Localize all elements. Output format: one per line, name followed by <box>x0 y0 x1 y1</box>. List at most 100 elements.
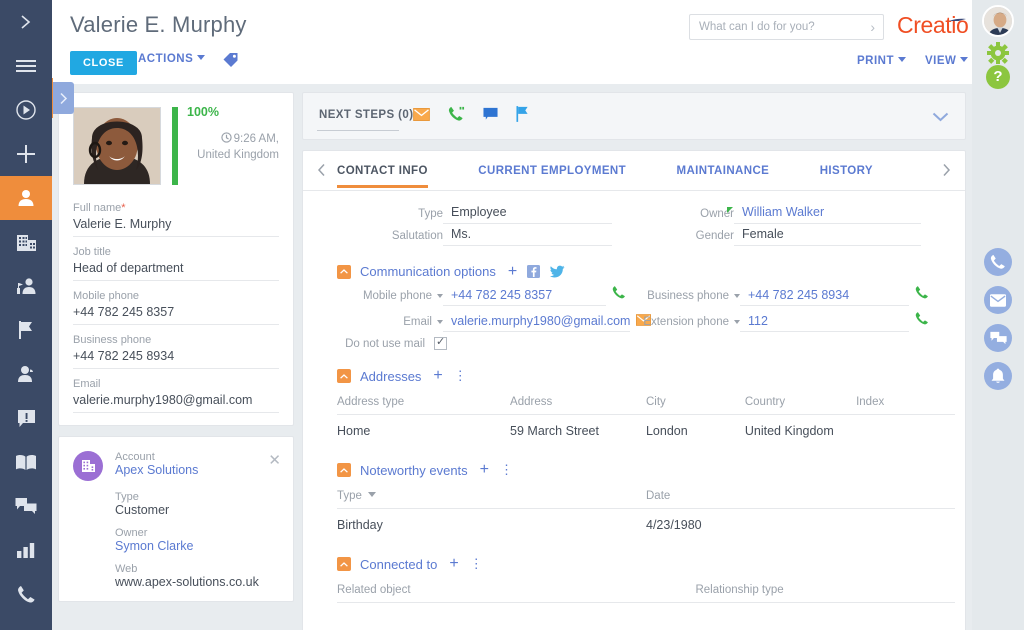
field-label[interactable]: Mobile phone <box>337 290 443 306</box>
section-title[interactable]: Addresses <box>360 369 421 384</box>
field-value[interactable]: Female <box>734 227 921 246</box>
field-value[interactable]: 112 <box>740 314 909 332</box>
column-header[interactable]: Relationship type <box>695 578 955 603</box>
add-record-icon[interactable] <box>0 132 52 176</box>
collapse-toggle-icon[interactable] <box>337 557 351 571</box>
actions-menu-button[interactable]: ACTIONS <box>138 53 205 65</box>
column-header[interactable]: Date <box>646 484 955 509</box>
column-header[interactable]: Type <box>337 484 646 509</box>
add-connection-button[interactable]: + <box>449 557 458 571</box>
sidebar-item-employees[interactable] <box>0 352 52 396</box>
avatar[interactable] <box>982 5 1014 37</box>
page-title: Valerie E. Murphy <box>70 12 247 38</box>
collapse-toggle-icon[interactable] <box>337 265 351 279</box>
twitter-icon[interactable] <box>550 265 565 278</box>
tab-history[interactable]: HISTORY <box>820 151 873 188</box>
sidebar-item-knowledge-base[interactable] <box>0 440 52 484</box>
sidebar-item-contacts[interactable] <box>0 176 52 220</box>
field-value[interactable]: valerie.murphy1980@gmail.com <box>73 390 279 413</box>
search-submit-icon[interactable]: › <box>870 19 875 35</box>
sidebar-item-calls[interactable] <box>0 572 52 616</box>
sidebar-item-accounts[interactable] <box>0 220 52 264</box>
chat-fab[interactable] <box>984 324 1012 352</box>
field-value[interactable]: Employee <box>443 205 612 224</box>
field-value[interactable]: William Walker <box>734 205 921 224</box>
addresses-menu-icon[interactable]: ⋮ <box>454 368 468 384</box>
hamburger-menu-button[interactable] <box>0 44 52 88</box>
field-value[interactable]: +44 782 245 8357 <box>73 302 279 325</box>
sidebar-item-leads[interactable] <box>0 264 52 308</box>
sidebar-item-feed[interactable] <box>0 484 52 528</box>
field-value[interactable]: +44 782 245 8357 <box>443 288 606 306</box>
tab-current-employment[interactable]: CURRENT EMPLOYMENT <box>478 151 626 188</box>
field-value-link[interactable]: Symon Clarke <box>115 539 279 553</box>
panel-field-job-title: Job title Head of department <box>59 246 293 281</box>
completeness-value: 100% <box>187 105 279 119</box>
call-icon[interactable] <box>909 285 935 306</box>
field-value[interactable]: Ms. <box>443 227 612 246</box>
add-noteworthy-event-button[interactable]: + <box>480 463 489 477</box>
noteworthy-menu-icon[interactable]: ⋮ <box>500 462 514 478</box>
sidebar-item-cases[interactable] <box>0 396 52 440</box>
call-icon[interactable] <box>606 285 632 306</box>
search-input[interactable] <box>699 15 859 39</box>
global-search[interactable]: › <box>689 14 884 40</box>
table-row[interactable]: Home 59 March Street London United Kingd… <box>337 415 955 445</box>
field-label[interactable]: Extension phone <box>640 316 740 332</box>
add-address-button[interactable]: + <box>433 369 442 383</box>
sidebar-item-dashboards[interactable] <box>0 528 52 572</box>
next-steps-label[interactable]: NEXT STEPS (0) <box>319 109 413 121</box>
facebook-icon[interactable] <box>527 265 540 278</box>
tabs-prev-icon[interactable] <box>317 163 326 182</box>
section-title[interactable]: Noteworthy events <box>360 463 468 478</box>
print-menu-button[interactable]: PRINT <box>857 55 906 67</box>
field-owner: Owner William Walker <box>634 205 943 224</box>
account-field-owner: Owner Symon Clarke <box>115 527 279 553</box>
tab-maintainance[interactable]: MAINTAINANCE <box>677 151 770 188</box>
column-header[interactable]: Address type <box>337 390 510 415</box>
chevron-down-icon[interactable] <box>932 109 949 127</box>
sidebar-expand-button[interactable] <box>0 0 52 44</box>
call-icon[interactable] <box>448 106 465 127</box>
close-icon[interactable]: ✕ <box>268 451 281 469</box>
tab-contact-info[interactable]: CONTACT INFO <box>337 151 428 188</box>
help-icon[interactable]: ? <box>986 65 1010 89</box>
section-addresses: Addresses + ⋮ <box>337 368 943 384</box>
column-header[interactable]: Related object <box>337 578 695 603</box>
call-icon[interactable] <box>909 311 935 332</box>
column-header[interactable]: Index <box>856 390 955 415</box>
call-fab[interactable] <box>984 248 1012 276</box>
view-menu-button[interactable]: VIEW <box>925 55 968 67</box>
add-communication-option-button[interactable]: + <box>508 265 517 279</box>
flag-icon[interactable] <box>516 106 529 127</box>
table-row[interactable]: Birthday 4/23/1980 <box>337 509 955 539</box>
account-name-link[interactable]: Apex Solutions <box>115 463 198 477</box>
column-header[interactable]: City <box>646 390 745 415</box>
message-icon[interactable] <box>483 107 498 126</box>
connected-to-table: Related object Relationship type <box>337 578 955 603</box>
field-value[interactable]: +44 782 245 8934 <box>73 346 279 369</box>
connected-menu-icon[interactable]: ⋮ <box>470 556 484 572</box>
field-value[interactable]: Valerie E. Murphy <box>73 214 279 237</box>
left-panel-toggle[interactable] <box>52 82 74 114</box>
tag-icon[interactable] <box>222 51 239 73</box>
column-header[interactable]: Country <box>745 390 856 415</box>
collapse-toggle-icon[interactable] <box>337 369 351 383</box>
tabs-next-icon[interactable] <box>942 163 951 182</box>
field-value[interactable]: valerie.murphy1980@gmail.com <box>443 314 630 332</box>
field-value[interactable]: +44 782 245 8934 <box>740 288 909 306</box>
column-header[interactable]: Address <box>510 390 646 415</box>
section-title[interactable]: Communication options <box>360 264 496 279</box>
do-not-use-mail-checkbox[interactable] <box>434 337 447 350</box>
run-process-icon[interactable] <box>0 88 52 132</box>
email-icon[interactable] <box>413 108 430 126</box>
section-title[interactable]: Connected to <box>360 557 437 572</box>
email-fab[interactable] <box>984 286 1012 314</box>
sidebar-item-opportunities[interactable] <box>0 308 52 352</box>
field-value[interactable]: Head of department <box>73 258 279 281</box>
field-label[interactable]: Business phone <box>640 290 740 306</box>
field-label[interactable]: Email <box>337 316 443 332</box>
notifications-fab[interactable] <box>984 362 1012 390</box>
collapse-toggle-icon[interactable] <box>337 463 351 477</box>
close-button[interactable]: CLOSE <box>70 51 137 75</box>
